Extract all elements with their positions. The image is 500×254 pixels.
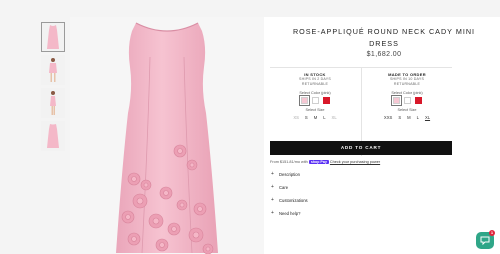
- size-option[interactable]: XS: [293, 115, 299, 120]
- plus-icon: +: [271, 171, 274, 177]
- made-to-order-size-list: XXS S M L XL: [362, 115, 452, 120]
- swatch-white[interactable]: [403, 97, 411, 104]
- size-option[interactable]: L: [417, 115, 419, 120]
- made-to-order-option[interactable]: MADE TO ORDER SHIPS IN 10 DAYS RETURNABL…: [362, 72, 452, 120]
- size-option[interactable]: L: [323, 115, 325, 120]
- thumbnail-model-front[interactable]: [41, 55, 65, 85]
- in-stock-color-swatches: [270, 95, 360, 106]
- swatch-red[interactable]: [414, 97, 422, 104]
- accordion-label: Need help?: [279, 210, 301, 216]
- product-page: ROSE-APPLIQUÉ ROUND NECK CADY MINI DRESS…: [0, 0, 500, 254]
- product-price: $1,682.00: [366, 51, 402, 58]
- plus-icon: +: [271, 184, 274, 190]
- in-stock-size-list: XS S M L XL: [270, 115, 360, 120]
- made-to-order-size-label: Select Size: [397, 108, 417, 112]
- product-info-panel: ROSE-APPLIQUÉ ROUND NECK CADY MINI DRESS…: [264, 17, 500, 254]
- thumbnail-model-side[interactable]: [41, 88, 65, 118]
- thumbnail-front[interactable]: [41, 22, 65, 52]
- accordion-label: Customizations: [279, 197, 308, 203]
- chat-bubble-icon: [480, 236, 490, 245]
- in-stock-option[interactable]: IN STOCK SHIPS IN 2 DAYS RETURNABLE Sele…: [270, 72, 360, 120]
- swatch-pink[interactable]: [390, 95, 402, 106]
- size-option[interactable]: M: [407, 115, 411, 120]
- shop-pay-prefix: From $151.81/mo with: [270, 160, 308, 164]
- size-option[interactable]: XL: [332, 115, 337, 120]
- accordion-care[interactable]: + Care: [271, 184, 451, 190]
- made-to-order-color-swatches: [362, 95, 452, 106]
- swatch-red[interactable]: [322, 97, 330, 104]
- plus-icon: +: [271, 197, 274, 203]
- shop-pay-installments: From $151.81/mo with shop Pay Check your…: [270, 160, 380, 164]
- swatch-white[interactable]: [311, 97, 319, 104]
- dress-illustration: [116, 22, 218, 254]
- size-option[interactable]: XXS: [384, 115, 392, 120]
- in-stock-color-label: Select Color (pink): [299, 91, 331, 95]
- swatch-pink[interactable]: [298, 95, 310, 106]
- chat-unread-badge: 1: [489, 230, 495, 236]
- size-option[interactable]: S: [305, 115, 308, 120]
- size-option[interactable]: M: [314, 115, 318, 120]
- thumbnail-back[interactable]: [41, 121, 65, 151]
- shop-pay-logo: shop Pay: [308, 160, 329, 164]
- add-to-cart-button[interactable]: ADD TO CART: [270, 141, 452, 155]
- product-title: ROSE-APPLIQUÉ ROUND NECK CADY MINI DRESS: [292, 27, 476, 48]
- thumbnail-list: [41, 22, 67, 154]
- size-option[interactable]: XL: [425, 115, 430, 120]
- made-to-order-color-label: Select Color (pink): [391, 91, 423, 95]
- accordion-description[interactable]: + Description: [271, 171, 451, 177]
- purchasing-power-link[interactable]: Check your purchasing power: [330, 160, 380, 164]
- made-to-order-returnable: RETURNABLE: [393, 82, 421, 86]
- size-option[interactable]: S: [398, 115, 401, 120]
- accordion-label: Description: [279, 171, 300, 177]
- accordion-need-help[interactable]: + Need help?: [271, 210, 451, 216]
- plus-icon: +: [271, 210, 274, 216]
- in-stock-returnable: RETURNABLE: [301, 82, 329, 86]
- in-stock-size-label: Select Size: [305, 108, 325, 112]
- accordion-customizations[interactable]: + Customizations: [271, 197, 451, 203]
- accordion-label: Care: [279, 184, 289, 190]
- main-product-image[interactable]: [70, 17, 264, 254]
